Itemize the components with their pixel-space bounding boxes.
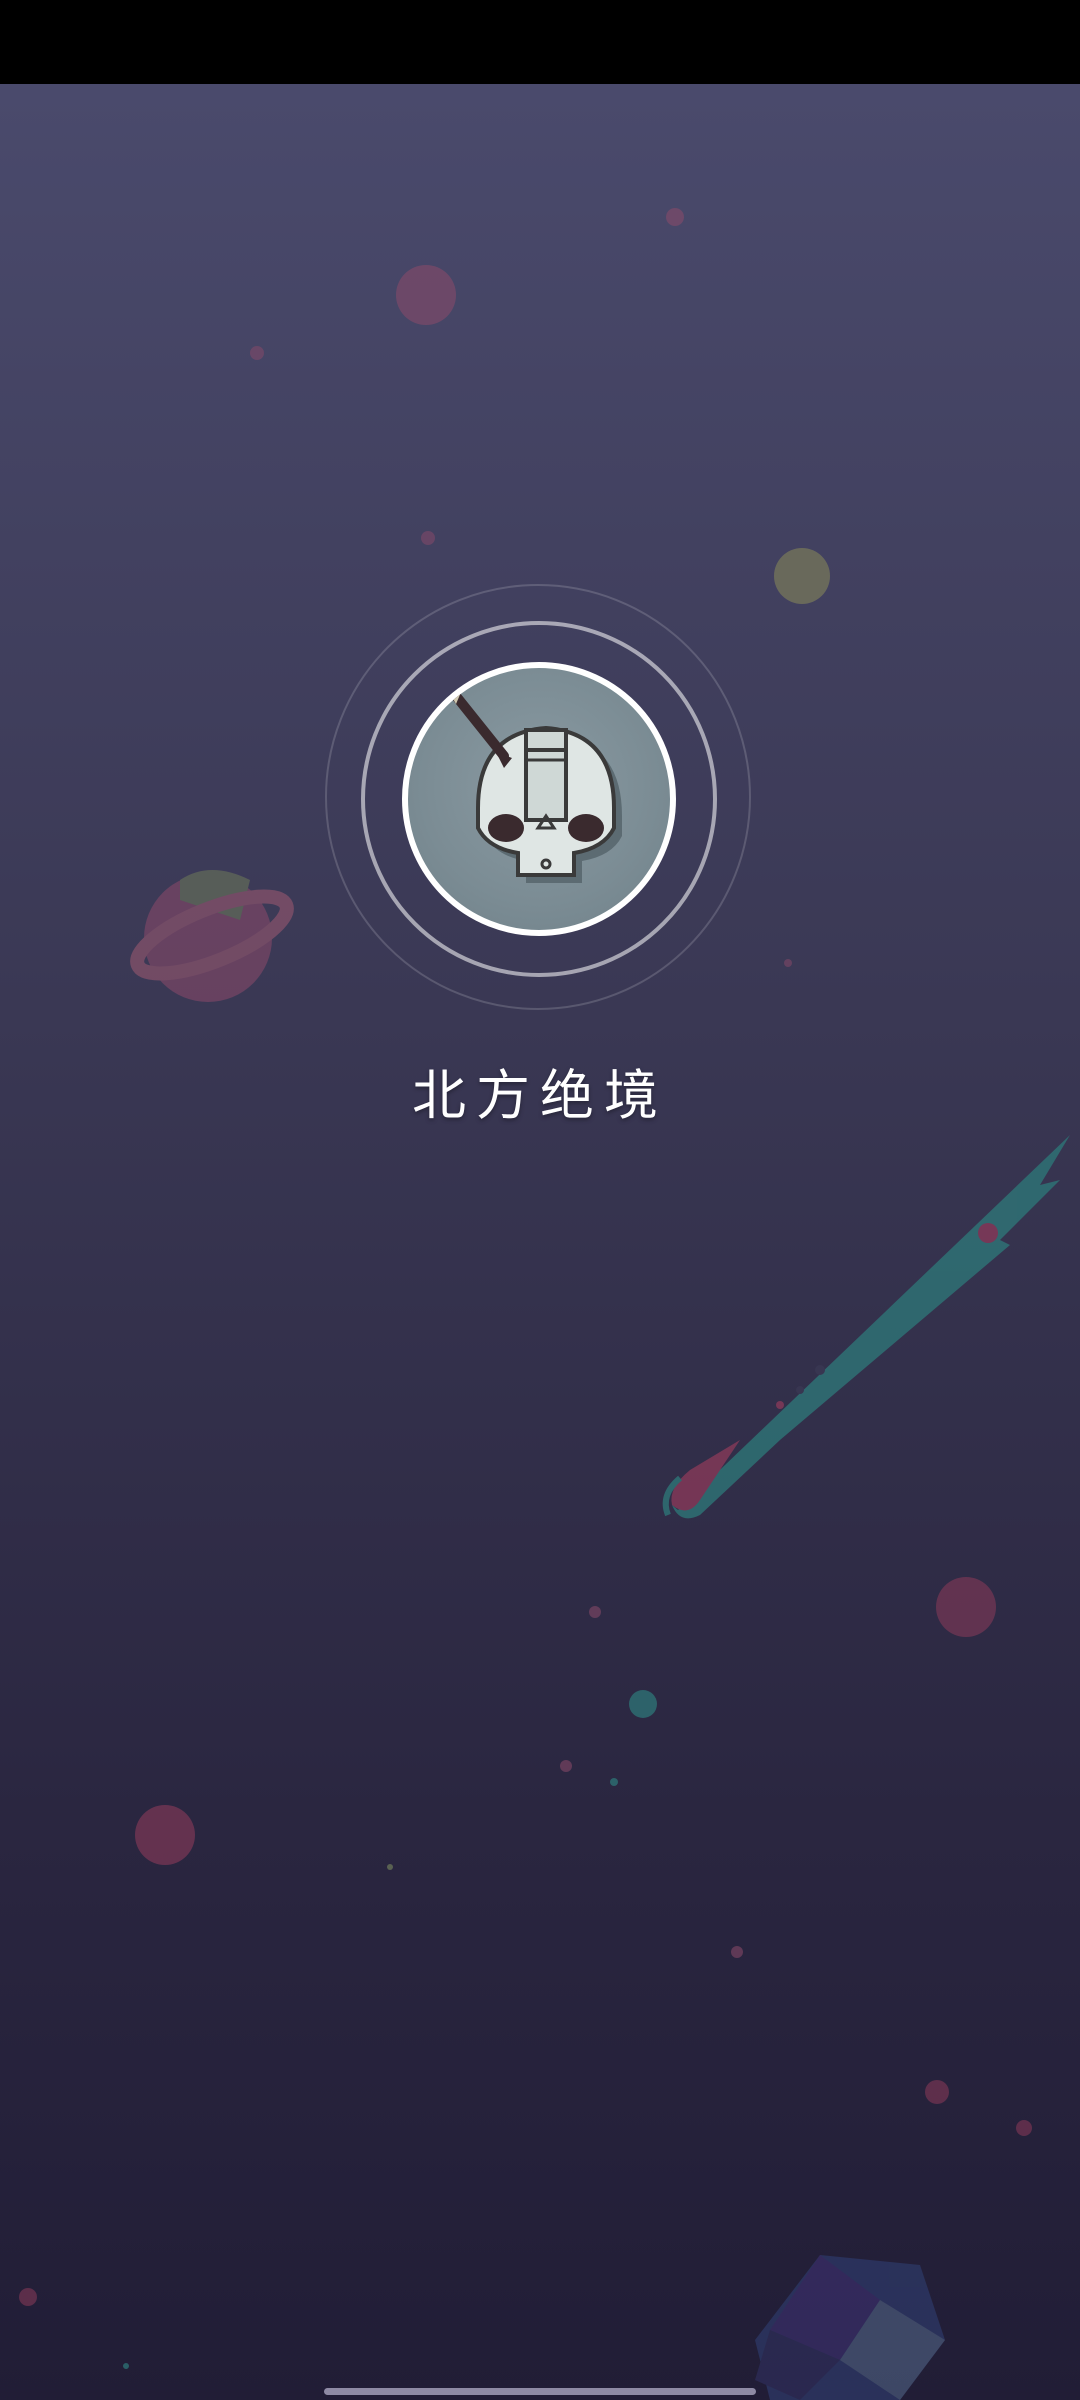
- star-dot: [784, 959, 792, 967]
- star-dot: [396, 265, 456, 325]
- space-decorations: [19, 208, 1070, 2400]
- star-dot: [731, 1946, 743, 1958]
- star-dot: [589, 1606, 601, 1618]
- star-dot: [123, 2363, 129, 2369]
- home-indicator[interactable]: [324, 2388, 756, 2395]
- star-dot: [560, 1760, 572, 1772]
- star-dot: [19, 2288, 37, 2306]
- polygon-planet-icon: [755, 2255, 945, 2400]
- star-dot: [936, 1577, 996, 1637]
- app-logo: [402, 662, 676, 936]
- moon-icon: [774, 548, 830, 604]
- app-title: 北方绝境: [412, 1064, 668, 1127]
- splash-screen: 北方绝境: [0, 0, 1080, 2400]
- star-dot: [1016, 2120, 1032, 2136]
- star-dot: [135, 1805, 195, 1865]
- star-dot: [387, 1864, 393, 1870]
- ringed-planet-icon: [130, 870, 294, 1002]
- viking-skull-helmet-icon: [448, 690, 622, 883]
- star-dot: [925, 2080, 949, 2104]
- star-dot: [629, 1690, 657, 1718]
- star-dot: [610, 1778, 618, 1786]
- star-dot: [421, 531, 435, 545]
- star-dot: [666, 208, 684, 226]
- star-dot: [250, 346, 264, 360]
- comet-icon: [662, 1135, 1070, 1519]
